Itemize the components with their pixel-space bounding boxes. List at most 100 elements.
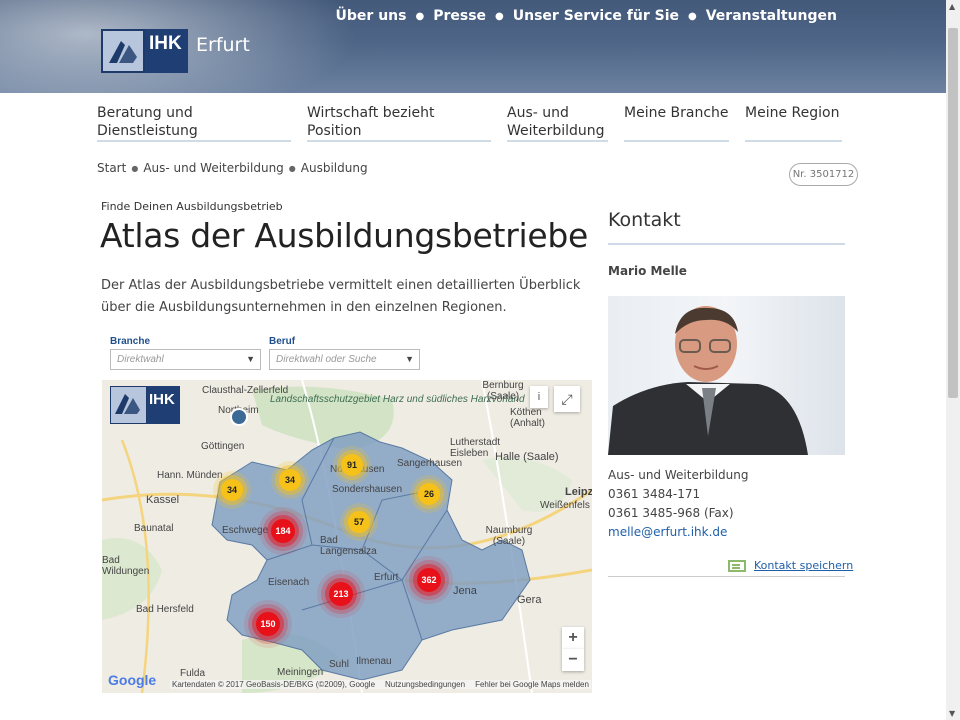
zoom-in-button[interactable]: + xyxy=(562,627,584,649)
scrollbar-thumb[interactable] xyxy=(948,28,958,398)
map-label-bad-hersfeld: Bad Hersfeld xyxy=(136,604,194,615)
map-label-kassel: Kassel xyxy=(146,494,180,506)
nav-item-branche[interactable]: Meine Branche xyxy=(624,104,729,142)
beruf-placeholder: Direktwahl oder Suche xyxy=(276,354,377,365)
map-label-meiningen: Meiningen xyxy=(277,667,324,678)
map-label-weissenfels: Weißenfels xyxy=(540,500,590,511)
scroll-down-icon[interactable]: ▼ xyxy=(949,709,955,718)
nav-item-beratung[interactable]: Beratung und Dienstleistung xyxy=(97,104,291,142)
map-label-gera: Gera xyxy=(517,594,542,606)
info-icon[interactable]: i xyxy=(530,386,548,408)
map-label-fulda: Fulda xyxy=(180,668,206,679)
branche-select[interactable]: Direktwahl ▼ xyxy=(110,349,261,370)
map-label-sangerhausen: Sangerhausen xyxy=(397,458,463,469)
map-label-baunatal: Baunatal xyxy=(134,523,174,534)
page-title: Atlas der Ausbildungsbetriebe xyxy=(100,216,588,255)
map-label-eisenach: Eisenach xyxy=(268,577,310,588)
map-label-koethen: Köthen (Anhalt) xyxy=(510,407,546,429)
beruf-select[interactable]: Direktwahl oder Suche ▼ xyxy=(269,349,420,370)
map-canvas[interactable]: Landschaftsschutzgebiet Harz und südlich… xyxy=(102,380,592,693)
cluster-marker[interactable]: 26 xyxy=(418,483,440,505)
ihk-logo-mark-icon xyxy=(110,386,147,424)
page-scrollbar[interactable]: ▲ ▼ xyxy=(946,0,960,720)
site-header: IHK Erfurt Über uns ● Presse ● Unser Ser… xyxy=(0,0,946,93)
cluster-marker[interactable]: 150 xyxy=(256,612,280,636)
map-label-bad-wildungen: Bad Wildungen xyxy=(102,555,150,577)
map-label-ilmenau: Ilmenau xyxy=(356,656,392,667)
map-label-erfurt: Erfurt xyxy=(374,572,399,583)
meta-nav-about[interactable]: Über uns xyxy=(336,8,407,24)
beruf-filter: Beruf Direktwahl oder Suche ▼ xyxy=(269,336,420,370)
sidebar-title: Kontakt xyxy=(608,209,681,231)
contact-department: Aus- und Weiterbildung xyxy=(608,468,749,482)
meta-nav-separator: ● xyxy=(415,10,425,22)
map-label-jena: Jena xyxy=(453,585,477,597)
breadcrumb-ausbildung[interactable]: Ausbildung xyxy=(301,161,368,175)
contact-phone[interactable]: 0361 3484-171 xyxy=(608,487,700,501)
chevron-down-icon: ▼ xyxy=(405,354,414,364)
document-number-badge: Nr. 3501712 xyxy=(789,163,858,186)
google-logo[interactable]: Google xyxy=(108,672,156,688)
brand-name[interactable]: Erfurt xyxy=(196,34,250,56)
map-attribution: Kartendaten © 2017 GeoBasis-DE/BKG (©200… xyxy=(170,680,591,689)
scroll-up-icon[interactable]: ▲ xyxy=(949,2,955,11)
breadcrumb-start[interactable]: Start xyxy=(97,161,126,175)
nav-item-wirtschaft[interactable]: Wirtschaft bezieht Position xyxy=(307,104,491,142)
cluster-marker[interactable]: 34 xyxy=(279,469,301,491)
contact-email-link[interactable]: melle@erfurt.ihk.de xyxy=(608,525,727,539)
cluster-marker[interactable]: 34 xyxy=(221,479,243,501)
map-label-hann-muenden: Hann. Münden xyxy=(157,470,223,481)
cluster-marker[interactable]: 57 xyxy=(348,511,370,533)
ihk-logo-text: IHK xyxy=(145,29,188,73)
sidebar-divider xyxy=(608,243,845,245)
ihk-logo[interactable]: IHK xyxy=(101,29,188,73)
sidebar-bottom-divider xyxy=(608,576,845,577)
map-ihk-logo: IHK xyxy=(110,386,180,424)
map-label-bernburg: Bernburg (Saale) xyxy=(482,380,524,402)
beruf-label: Beruf xyxy=(269,336,296,347)
meta-nav-events[interactable]: Veranstaltungen xyxy=(706,8,837,24)
cluster-marker[interactable]: 213 xyxy=(329,582,353,606)
header-sheen xyxy=(0,0,380,93)
map-label-goettingen: Göttingen xyxy=(201,441,245,452)
meta-nav-press[interactable]: Presse xyxy=(433,8,486,24)
fullscreen-icon[interactable]: ⤢ xyxy=(554,386,580,412)
breadcrumb: Start ● Aus- und Weiterbildung ● Ausbild… xyxy=(97,161,368,175)
map-data-credit: Kartendaten © 2017 GeoBasis-DE/BKG (©200… xyxy=(172,680,376,689)
branche-label: Branche xyxy=(110,336,151,347)
map-label-naumburg: Naumburg (Saale) xyxy=(485,525,533,547)
branche-placeholder: Direktwahl xyxy=(117,354,164,365)
map-label-leipzig: Leipz xyxy=(565,486,592,498)
main-nav: Beratung und Dienstleistung Wirtschaft b… xyxy=(97,104,842,142)
breadcrumb-separator: ● xyxy=(131,163,139,173)
cluster-marker[interactable]: 362 xyxy=(417,568,441,592)
meta-nav-separator: ● xyxy=(495,10,504,22)
map-filters: Branche Direktwahl ▼ Beruf Direktwahl od… xyxy=(102,333,592,380)
nav-item-region[interactable]: Meine Region xyxy=(745,104,842,142)
branche-filter: Branche Direktwahl ▼ xyxy=(110,336,261,370)
map-marker-icon[interactable] xyxy=(230,408,248,426)
map-label-clausthal: Clausthal-Zellerfeld xyxy=(202,385,289,396)
ihk-logo-mark-icon xyxy=(101,29,145,73)
map-label-bad-langensalza: Bad Langensalza xyxy=(320,535,377,557)
contact-name: Mario Melle xyxy=(608,264,687,278)
cluster-marker[interactable]: 91 xyxy=(341,454,363,476)
cluster-marker[interactable]: 184 xyxy=(271,519,295,543)
breadcrumb-aus-weiterbildung[interactable]: Aus- und Weiterbildung xyxy=(143,161,283,175)
meta-nav: Über uns ● Presse ● Unser Service für Si… xyxy=(336,8,837,24)
map-label-harz: Landschaftsschutzgebiet Harz und südlich… xyxy=(270,394,525,405)
save-contact-button[interactable]: Kontakt speichern xyxy=(728,559,853,572)
map-label-sondershausen: Sondershausen xyxy=(332,484,403,495)
ausbildung-atlas-widget: Branche Direktwahl ▼ Beruf Direktwahl od… xyxy=(102,333,592,693)
nav-item-ausbildung[interactable]: Aus- und Weiterbildung xyxy=(507,104,608,142)
save-contact-label[interactable]: Kontakt speichern xyxy=(754,559,853,572)
chevron-down-icon: ▼ xyxy=(246,354,255,364)
zoom-out-button[interactable]: − xyxy=(562,649,584,671)
report-error-link[interactable]: Fehler bei Google Maps melden xyxy=(475,680,589,689)
intro-text: Der Atlas der Ausbildungsbetriebe vermit… xyxy=(101,278,581,315)
terms-link[interactable]: Nutzungsbedingungen xyxy=(385,680,465,689)
page-kicker: Finde Deinen Ausbildungsbetrieb xyxy=(101,200,283,213)
map-label-eschwege: Eschwege xyxy=(222,525,269,536)
meta-nav-service[interactable]: Unser Service für Sie xyxy=(513,8,679,24)
contact-photo xyxy=(608,296,845,455)
